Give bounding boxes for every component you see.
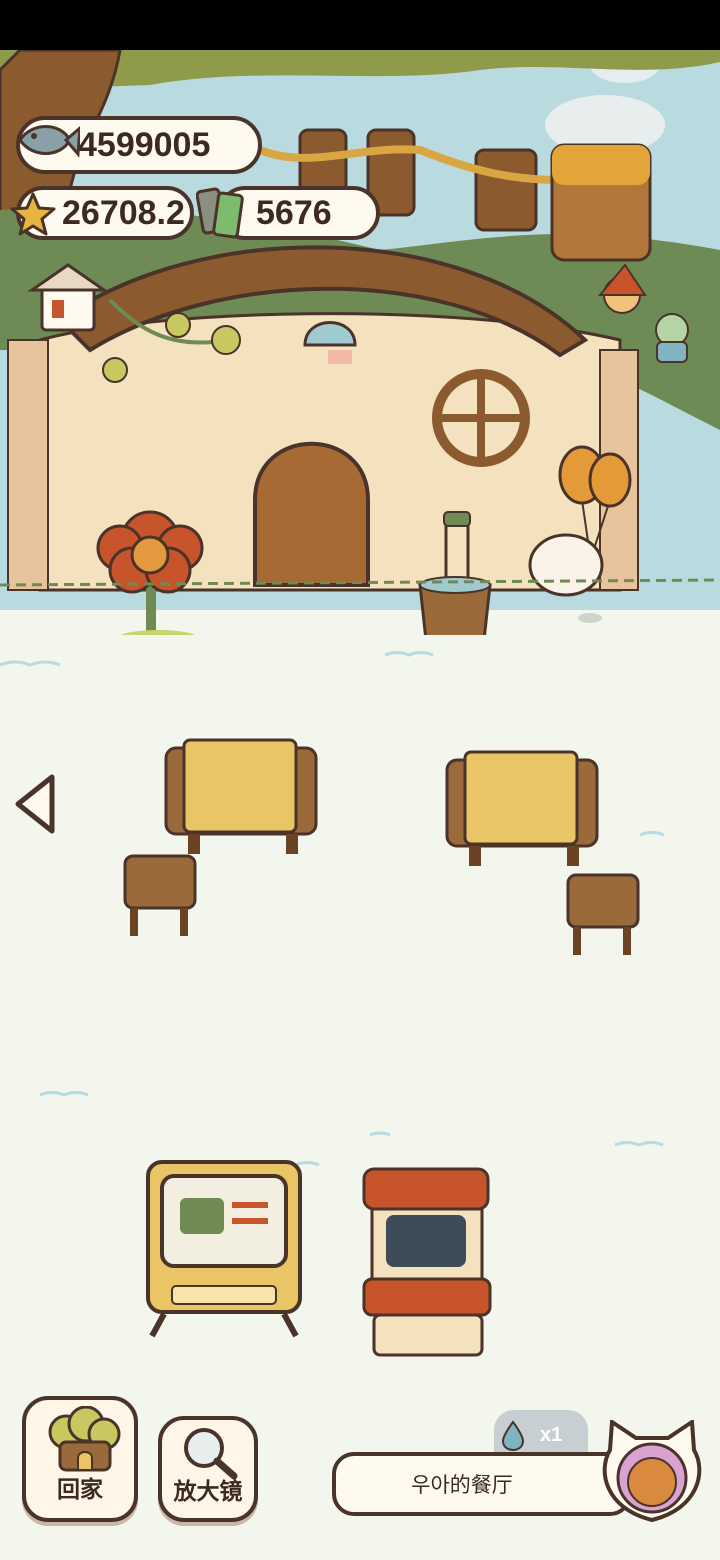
nav-left-arrow[interactable] xyxy=(12,773,58,835)
water-drop-icon xyxy=(501,1420,525,1452)
arcade-machine[interactable] xyxy=(360,1165,495,1360)
hanging-leaf xyxy=(165,312,191,338)
home-icon xyxy=(48,1406,121,1472)
table-right[interactable] xyxy=(443,750,603,870)
stool-left[interactable] xyxy=(122,853,198,939)
wall-post xyxy=(7,339,49,591)
house-door xyxy=(253,441,370,587)
fish-icon xyxy=(18,125,80,158)
tv-furniture[interactable] xyxy=(144,1158,304,1343)
hanging-leaf xyxy=(211,325,241,355)
magnifier-button-label: 放大镜 xyxy=(173,1478,243,1504)
table-left[interactable] xyxy=(162,738,322,858)
restaurant-name-bar[interactable]: 우아的餐厅 xyxy=(332,1452,632,1516)
hanging-leaf xyxy=(102,357,128,383)
magnifier-button[interactable]: 放大镜 xyxy=(158,1416,258,1522)
stars-value: 26708.2 xyxy=(62,193,185,232)
cat-avatar-icon[interactable] xyxy=(596,1420,708,1524)
stool-right[interactable] xyxy=(565,872,641,958)
big-flower xyxy=(96,510,204,646)
star-icon xyxy=(10,192,56,236)
home-button[interactable]: 回家 xyxy=(22,1396,138,1522)
restaurant-name: 우아的餐厅 xyxy=(411,1474,513,1497)
game-scene xyxy=(0,50,720,1560)
fish-value: 4599005 xyxy=(78,125,211,164)
status-bar xyxy=(0,0,720,50)
water-count: x1 xyxy=(540,1424,563,1446)
home-button-label: 回家 xyxy=(57,1476,103,1502)
fence-post xyxy=(474,148,538,232)
batteries-value: 5676 xyxy=(256,193,332,232)
battery-icon xyxy=(196,187,244,239)
